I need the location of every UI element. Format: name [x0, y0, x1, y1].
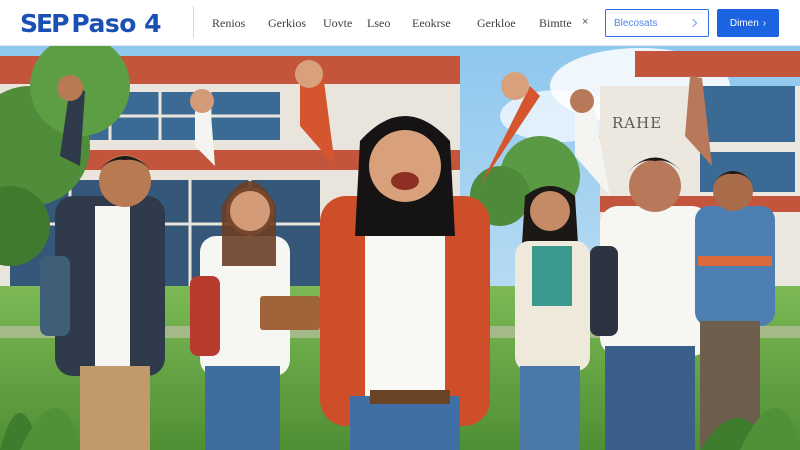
nav-item-1[interactable]: Renios — [212, 16, 245, 31]
nav-item-3[interactable]: Uovte — [323, 16, 352, 31]
header-divider — [193, 6, 194, 38]
hero-banner: RAHE — [0, 46, 800, 450]
building-sign: RAHE — [612, 114, 662, 132]
cta-label: Dimen — [729, 17, 759, 29]
cta-button[interactable]: Dimen › — [717, 9, 779, 37]
nav-item-6[interactable]: Gerkloe — [477, 16, 516, 31]
hero-illustration: RAHE — [0, 46, 800, 450]
close-icon[interactable]: × — [582, 16, 588, 28]
chevron-right-icon — [688, 18, 698, 28]
brand-logo[interactable]: SEP Paso 4 — [20, 6, 162, 40]
nav-item-2[interactable]: Gerkios — [268, 16, 306, 31]
nav-item-4[interactable]: Lseo — [367, 16, 390, 31]
logo-text: Paso 4 — [71, 8, 162, 38]
top-header: SEP Paso 4 Renios Gerkios Uovte Lseo Eeo… — [0, 0, 800, 46]
search-input[interactable] — [614, 17, 686, 29]
nav-item-5[interactable]: Eeokrse — [412, 16, 451, 31]
nav-item-7[interactable]: Bimtte — [539, 16, 572, 31]
chevron-right-icon: › — [762, 17, 767, 29]
search-field[interactable] — [605, 9, 709, 37]
logo-mark: SEP — [20, 8, 69, 38]
